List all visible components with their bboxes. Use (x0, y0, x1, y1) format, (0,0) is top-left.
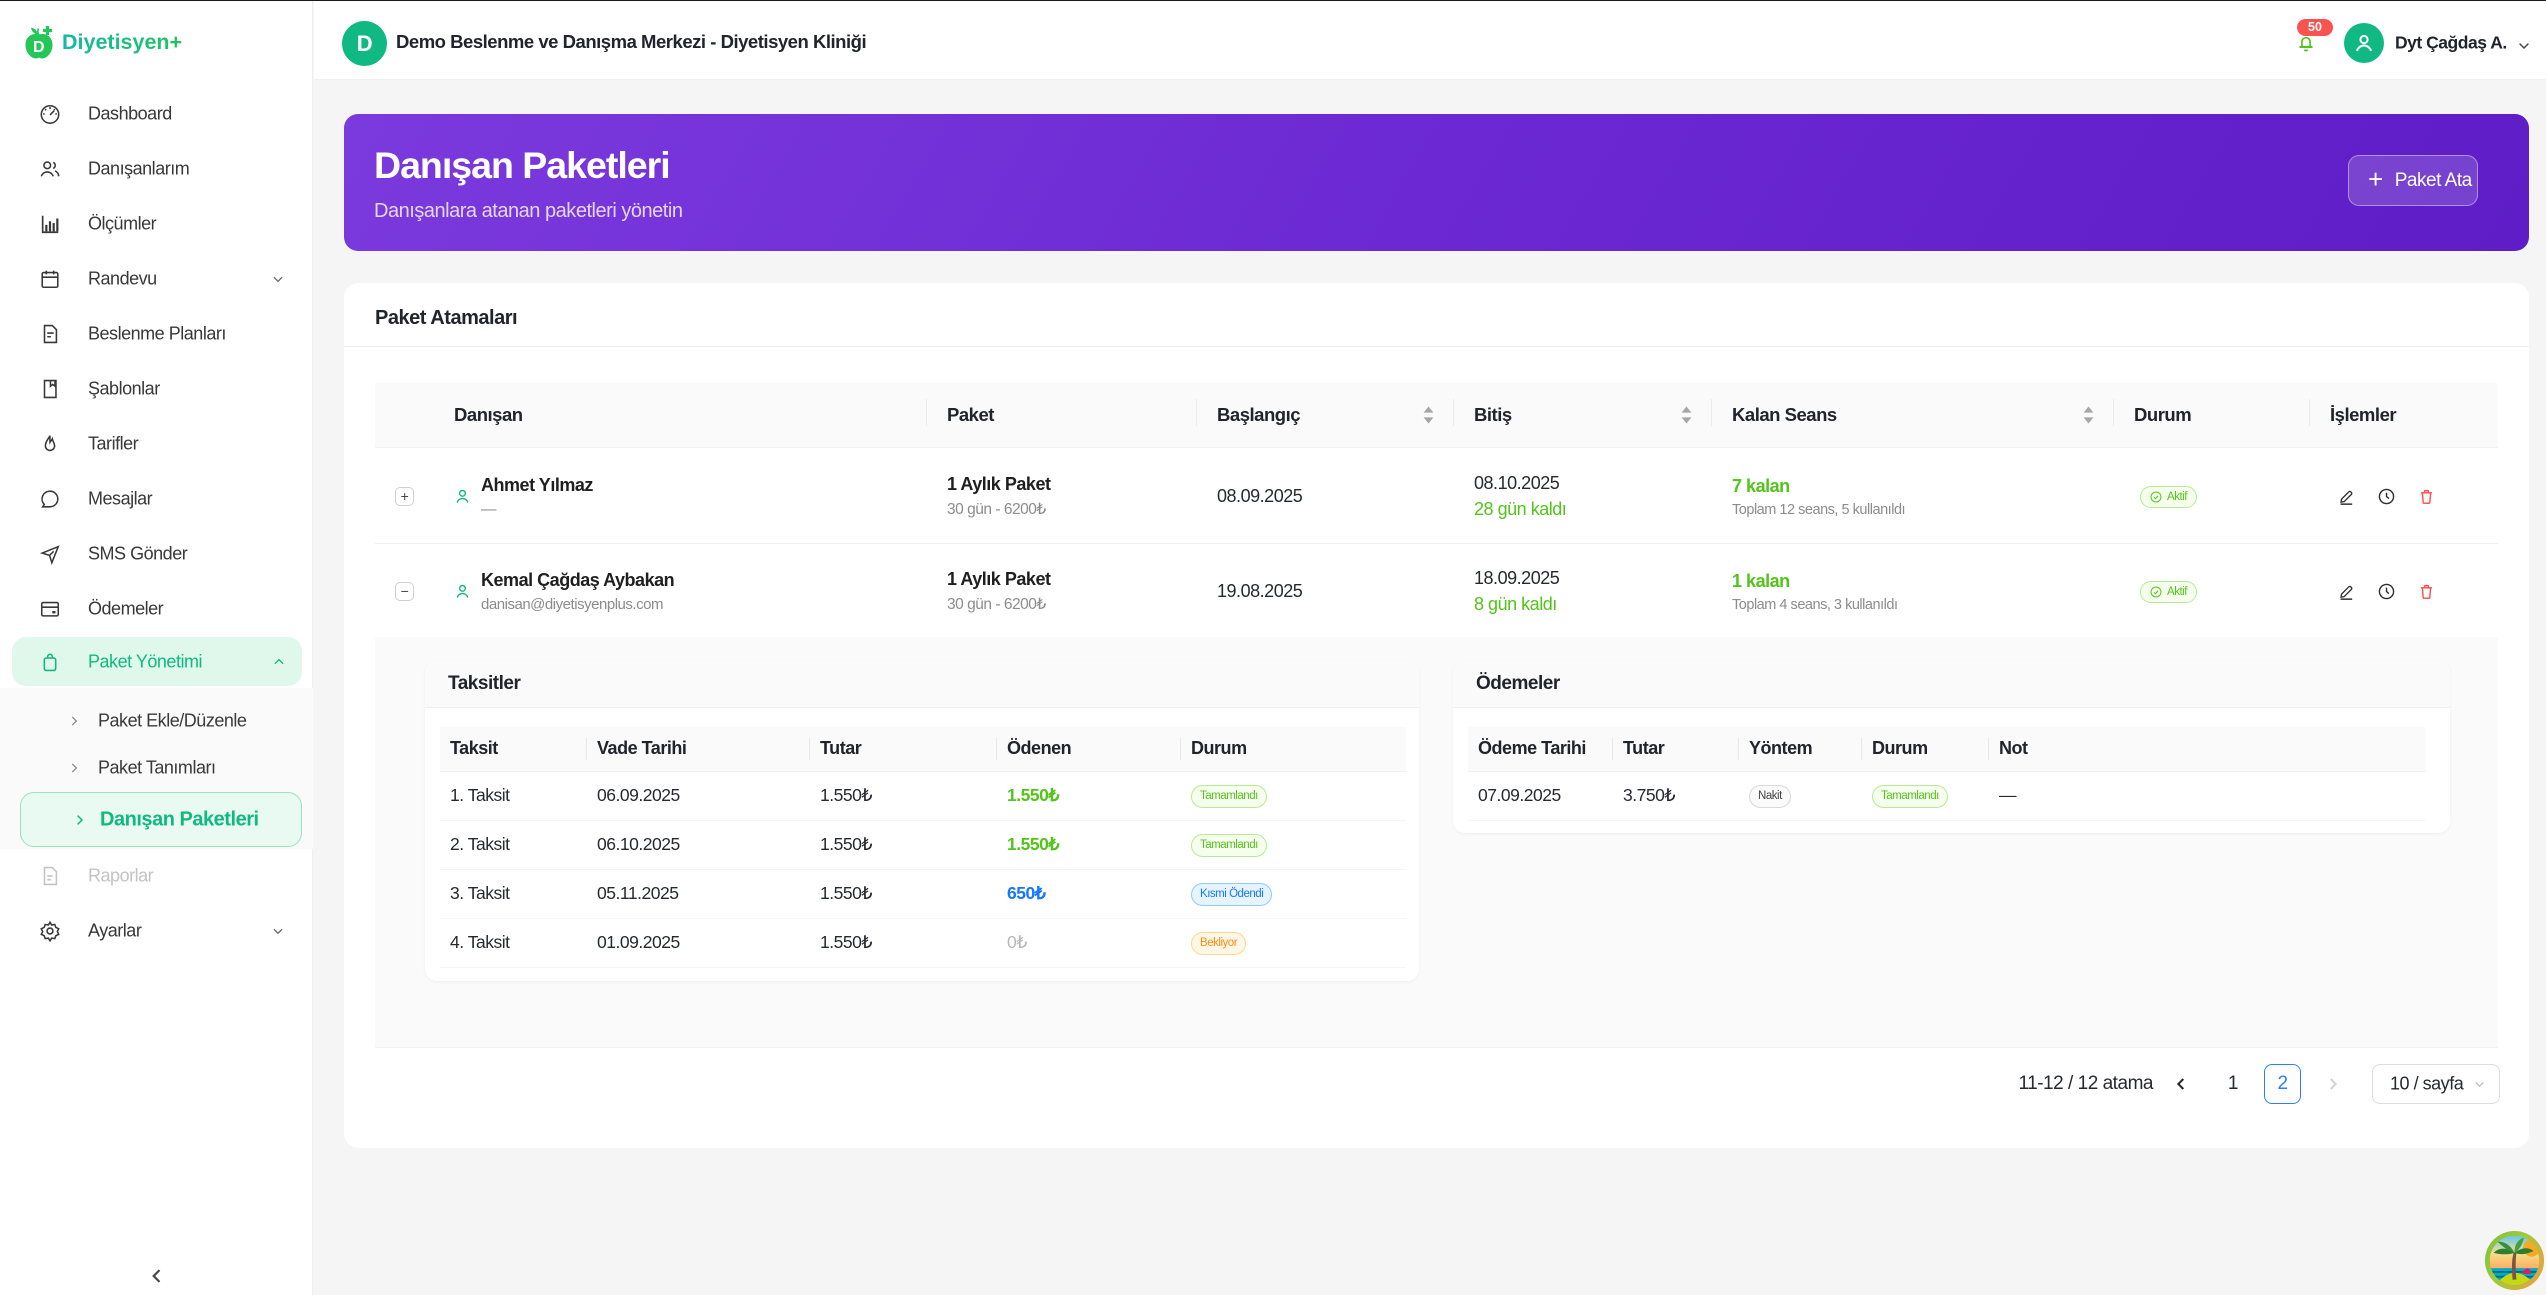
svg-text:D: D (33, 39, 44, 56)
